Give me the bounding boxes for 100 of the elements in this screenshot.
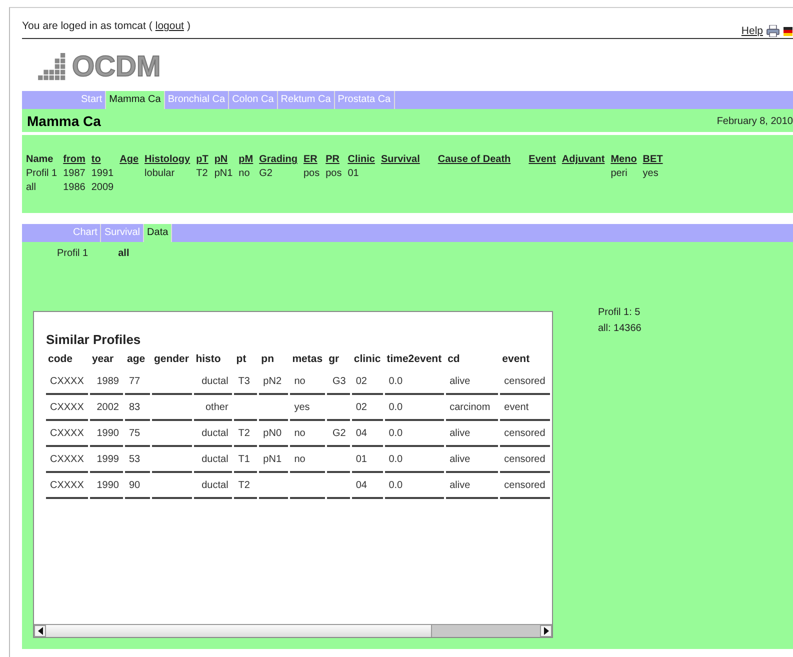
printer-icon[interactable] (766, 25, 780, 37)
profile-option[interactable]: all (118, 248, 130, 259)
column-header-link[interactable]: Survival (380, 154, 420, 165)
panel-title: Similar Profiles (46, 332, 142, 347)
table-cell: 0.0 (388, 480, 403, 491)
table-cell: pN1 (214, 168, 233, 179)
table-cell: ductal (202, 376, 228, 387)
table-cell: 2009 (91, 182, 114, 193)
table-cell: censored (504, 480, 546, 491)
logo-text: OCDM (72, 53, 161, 81)
column-header: pt (236, 353, 246, 365)
table-cell: CXXXX (50, 454, 84, 465)
column-header: time2event (386, 353, 442, 365)
table-cell: CXXXX (50, 402, 84, 413)
column-header-link[interactable]: Age (120, 154, 139, 165)
column-header: Name (26, 154, 54, 165)
column-header: code (48, 353, 73, 365)
profile-option[interactable]: Profil 1 (57, 248, 88, 259)
horizontal-scrollbar[interactable] (34, 624, 552, 637)
table-cell: G3 (332, 376, 346, 387)
login-text-end: ) (186, 20, 190, 32)
table-cell: 0.0 (388, 454, 403, 465)
table-cell: 90 (128, 480, 140, 491)
column-header: event (502, 353, 530, 365)
table-cell: T2 (238, 428, 250, 439)
table-cell: ductal (202, 454, 228, 465)
table-cell: peri (610, 168, 628, 179)
table-cell: 75 (128, 428, 140, 439)
table-cell: 1986 (63, 182, 86, 193)
left-arrow-icon[interactable] (38, 627, 42, 635)
help-link[interactable]: Help (741, 25, 763, 37)
column-header-link[interactable]: Histology (144, 154, 190, 165)
column-header-link[interactable]: pT (196, 154, 208, 165)
table-cell: carcinom (450, 402, 490, 413)
table-cell: G2 (259, 168, 272, 179)
column-header: pn (261, 353, 274, 365)
right-arrow-icon[interactable] (544, 627, 548, 635)
table-cell: all (26, 182, 36, 193)
column-header-link[interactable]: pN (214, 154, 228, 165)
table-cell: alive (450, 428, 470, 439)
table-cell: T1 (238, 454, 250, 465)
table-cell: 01 (356, 454, 367, 465)
table-cell: 04 (356, 480, 367, 491)
table-cell: censored (504, 376, 546, 387)
table-cell: other (206, 402, 228, 413)
date-text: February 8, 2010 (716, 116, 793, 126)
table-cell: 1999 (96, 454, 119, 465)
table-cell: CXXXX (50, 480, 84, 491)
column-header: clinic (354, 353, 381, 365)
column-header-link[interactable]: Grading (259, 154, 298, 165)
table-cell: pN2 (263, 376, 282, 387)
table-cell: 1989 (96, 376, 119, 387)
bars-logo-icon (38, 53, 68, 81)
column-header-link[interactable]: to (91, 154, 101, 165)
column-header: cd (448, 353, 460, 365)
table-cell: pos (326, 168, 342, 179)
page-title: Mamma Ca (27, 113, 101, 129)
table-cell: 01 (348, 168, 359, 179)
table-cell: ductal (202, 428, 228, 439)
table-cell: alive (450, 454, 470, 465)
table-cell: 02 (356, 402, 367, 413)
flag-icon[interactable] (783, 26, 793, 36)
column-header-link[interactable]: Adjuvant (562, 154, 605, 165)
column-header-link[interactable]: Meno (610, 154, 637, 165)
column-header: age (126, 353, 146, 365)
table-cell: T3 (238, 376, 250, 387)
column-header: year (92, 353, 114, 365)
logout-link[interactable]: logout (155, 20, 184, 32)
table-cell: no (294, 454, 306, 465)
view-tab[interactable]: Data (144, 224, 172, 242)
column-header: histo (196, 353, 221, 365)
column-header: metas (292, 353, 323, 365)
table-cell: 83 (128, 402, 140, 413)
nav-tab[interactable]: Mamma Ca (106, 91, 165, 109)
table-cell: CXXXX (50, 428, 84, 439)
table-cell: 0.0 (388, 376, 403, 387)
column-header-link[interactable]: Clinic (348, 154, 375, 165)
table-cell: 53 (128, 454, 140, 465)
table-cell: censored (504, 454, 546, 465)
column-header-link[interactable]: Event (528, 154, 556, 165)
table-cell: Profil 1 (26, 168, 58, 179)
table-cell: 2002 (96, 402, 119, 413)
count-text: Profil 1: 5 (598, 306, 642, 320)
table-cell: 0.0 (388, 428, 403, 439)
column-header-link[interactable]: PR (326, 154, 340, 165)
table-cell: alive (450, 376, 470, 387)
column-header-link[interactable]: Cause of Death (438, 154, 511, 165)
column-header-link[interactable]: from (63, 154, 86, 165)
column-header-link[interactable]: pM (238, 154, 254, 165)
table-cell: 1987 (63, 168, 86, 179)
column-header-link[interactable]: BET (642, 154, 663, 165)
table-cell: 1991 (91, 168, 114, 179)
login-text: You are loged in as tomcat ( (22, 20, 152, 32)
table-cell: event (504, 402, 529, 413)
column-header-link[interactable]: ER (303, 154, 318, 165)
table-cell: yes (294, 402, 310, 413)
table-cell: T2 (238, 480, 250, 491)
table-cell: 1990 (96, 428, 119, 439)
table-cell: T2 (196, 168, 208, 179)
table-cell: pN1 (263, 454, 282, 465)
